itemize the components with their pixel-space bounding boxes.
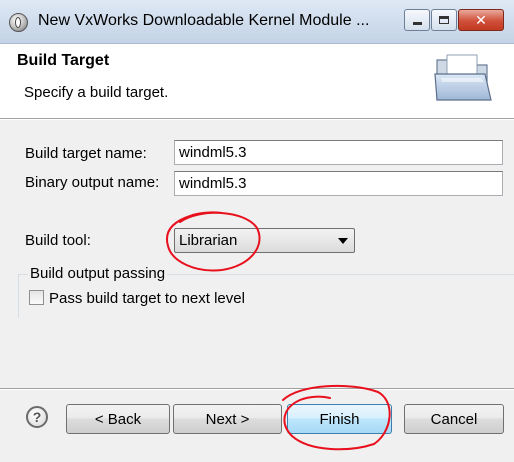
- close-icon: ✕: [475, 11, 487, 28]
- cancel-button[interactable]: Cancel: [404, 404, 504, 434]
- build-target-name-input[interactable]: [174, 140, 503, 165]
- page-title: Build Target: [17, 52, 110, 69]
- window-title: New VxWorks Downloadable Kernel Module .…: [38, 12, 370, 29]
- minimize-icon: [412, 21, 422, 25]
- help-glyph: ?: [32, 409, 42, 425]
- binary-output-name-label: Binary output name:: [25, 174, 160, 191]
- open-folder-icon: [434, 54, 492, 101]
- minimize-button[interactable]: [404, 9, 430, 31]
- build-output-group-title: Build output passing: [28, 265, 168, 282]
- build-tool-select[interactable]: Librarian: [174, 228, 355, 253]
- build-tool-label: Build tool:: [25, 232, 91, 249]
- help-icon[interactable]: ?: [26, 406, 48, 428]
- back-button[interactable]: < Back: [66, 404, 170, 434]
- maximize-icon: [439, 16, 449, 24]
- page-description: Specify a build target.: [24, 84, 169, 101]
- build-tool-value: Librarian: [179, 232, 238, 249]
- next-button[interactable]: Next >: [173, 404, 282, 434]
- chevron-down-icon: [338, 237, 348, 244]
- footer-separator: [0, 388, 514, 390]
- finish-button[interactable]: Finish: [287, 404, 392, 434]
- pass-build-target-checkbox[interactable]: [29, 290, 44, 305]
- pass-build-target-label[interactable]: Pass build target to next level: [49, 290, 245, 307]
- binary-output-name-input[interactable]: [174, 171, 503, 196]
- close-button[interactable]: ✕: [458, 9, 504, 31]
- build-target-name-label: Build target name:: [25, 145, 147, 162]
- maximize-button[interactable]: [431, 9, 457, 31]
- eclipse-icon: [9, 13, 28, 32]
